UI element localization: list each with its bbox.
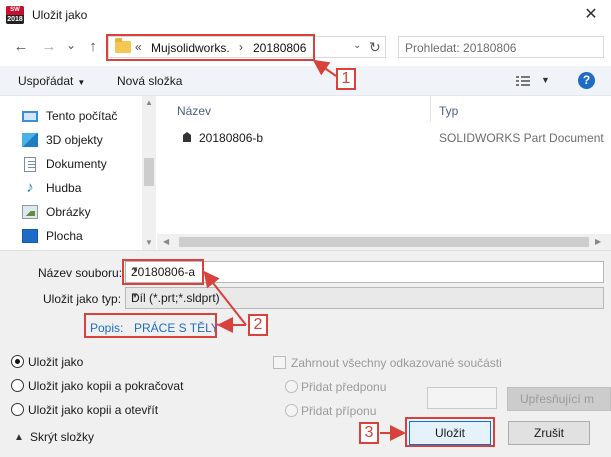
command-toolbar: Uspořádat ▼ Nová složka ▼ ?: [0, 66, 611, 96]
organize-button[interactable]: Uspořádat ▼: [18, 74, 85, 88]
sidebar-item-pictures[interactable]: Obrázky: [0, 200, 140, 224]
sidebar-item-3d-objects[interactable]: 3D objekty: [0, 128, 140, 152]
scroll-up-icon[interactable]: ▲: [145, 98, 153, 107]
app-icon-label-bottom: 2018: [6, 15, 24, 24]
add-prefix-radio[interactable]: [285, 380, 298, 393]
address-bar[interactable]: « Mujsolidworks. › 20180806 ⌄ ↻: [108, 36, 386, 58]
back-arrow-icon[interactable]: ←: [12, 38, 30, 56]
file-type: SOLIDWORKS Part Document: [439, 131, 604, 145]
solidworks-part-icon: [183, 132, 191, 142]
scrollbar-thumb[interactable]: [179, 237, 589, 247]
prefix-suffix-input[interactable]: [427, 387, 497, 409]
file-row[interactable]: 20180806-b SOLIDWORKS Part Document: [157, 126, 611, 148]
sidebar-item-label: Obrázky: [46, 205, 91, 219]
advanced-button[interactable]: Upřesňující m: [507, 387, 611, 411]
description-value-link[interactable]: PRÁCE S TĚLY: [134, 321, 219, 335]
address-dropdown-chevron-icon[interactable]: ⌄: [353, 40, 361, 51]
save-as-label[interactable]: Uložit jako: [28, 355, 83, 369]
save-copy-continue-radio[interactable]: [11, 379, 24, 392]
sidebar-item-music[interactable]: ♪ Hudba: [0, 176, 140, 200]
help-icon[interactable]: ?: [578, 72, 595, 89]
up-arrow-icon[interactable]: ↑: [84, 38, 102, 56]
description-label: Popis:: [90, 321, 124, 335]
title-bar: SW 2018 Uložit jako ✕: [0, 0, 611, 30]
view-options-icon[interactable]: [516, 75, 530, 87]
sidebar-scrollbar[interactable]: ▲ ▼: [142, 96, 156, 250]
file-name: 20180806-b: [199, 131, 264, 145]
window-title: Uložit jako: [32, 8, 88, 22]
close-icon[interactable]: ✕: [581, 5, 601, 25]
add-suffix-radio[interactable]: [285, 404, 298, 417]
save-as-radio[interactable]: [11, 355, 24, 368]
sidebar-item-label: Tento počítač: [46, 109, 118, 123]
navigation-bar: ← → ⌄ ↑ « Mujsolidworks. › 20180806 ⌄ ↻ …: [0, 30, 611, 66]
scrollbar-thumb[interactable]: [144, 158, 154, 186]
scroll-down-icon[interactable]: ▼: [145, 238, 153, 247]
sidebar-item-documents[interactable]: Dokumenty: [0, 152, 140, 176]
cancel-button[interactable]: Zrušit: [508, 421, 590, 445]
sidebar-item-label: Hudba: [46, 181, 82, 195]
computer-icon: [22, 110, 38, 122]
callout-3: 3: [359, 422, 379, 444]
collapse-chevron-icon[interactable]: ▲: [14, 432, 24, 443]
column-header-name[interactable]: Název: [177, 104, 211, 118]
view-dropdown-icon[interactable]: ▼: [541, 75, 550, 85]
new-folder-button[interactable]: Nová složka: [117, 74, 182, 88]
app-icon-label-top: SW: [6, 6, 24, 15]
breadcrumb-separator-chevron-icon[interactable]: ›: [239, 40, 243, 54]
include-references-checkbox[interactable]: [273, 356, 286, 369]
folder-icon: [115, 38, 131, 53]
navigation-pane: Tento počítač 3D objekty Dokumenty ♪ Hud…: [0, 96, 157, 250]
callout-1: 1: [336, 68, 356, 90]
refresh-icon[interactable]: ↻: [369, 39, 381, 56]
pictures-icon: [22, 205, 38, 219]
3d-objects-icon: [22, 133, 38, 147]
music-icon: ♪: [26, 179, 34, 196]
recent-locations-chevron-icon[interactable]: ⌄: [62, 36, 80, 54]
add-suffix-label: Přidat příponu: [301, 404, 377, 418]
filetype-label: Uložit jako typ:: [43, 292, 122, 306]
filename-dropdown-icon[interactable]: ▼: [131, 265, 597, 274]
hide-folders-link[interactable]: Skrýt složky: [30, 430, 94, 444]
include-references-label: Zahrnout všechny odkazované součásti: [291, 356, 502, 370]
callout-2: 2: [248, 314, 268, 336]
sidebar-item-this-pc[interactable]: Tento počítač: [0, 104, 140, 128]
scroll-left-icon[interactable]: ◀: [163, 237, 169, 246]
filename-input[interactable]: 20180806-a ▼: [125, 261, 604, 283]
save-button[interactable]: Uložit: [409, 421, 491, 445]
save-copy-continue-label[interactable]: Uložit jako kopii a pokračovat: [28, 379, 183, 393]
documents-icon: [24, 156, 36, 172]
sidebar-item-label: 3D objekty: [46, 133, 103, 147]
search-input[interactable]: Prohledat: 20180806: [398, 36, 604, 58]
sidebar-item-label: Dokumenty: [46, 157, 107, 171]
filetype-dropdown-icon[interactable]: ▼: [131, 291, 597, 300]
save-copy-open-radio[interactable]: [11, 403, 24, 416]
breadcrumb-segment-20180806[interactable]: 20180806: [253, 41, 306, 55]
sidebar-item-label: Plocha: [46, 229, 83, 243]
file-list-horizontal-scrollbar[interactable]: ◀ ▶: [157, 234, 611, 250]
organize-label: Uspořádat: [18, 74, 74, 88]
add-prefix-label: Přidat předponu: [301, 380, 387, 394]
desktop-icon: [22, 229, 38, 243]
scroll-right-icon[interactable]: ▶: [595, 237, 601, 246]
solidworks-app-icon: SW 2018: [6, 6, 24, 24]
column-header-type[interactable]: Typ: [439, 104, 458, 118]
column-divider[interactable]: [430, 96, 431, 122]
address-overflow[interactable]: «: [135, 40, 142, 54]
breadcrumb-segment-mujsolidworks[interactable]: Mujsolidworks.: [151, 41, 230, 55]
filetype-select[interactable]: Díl (*.prt;*.sldprt) ▼: [125, 287, 604, 309]
sidebar-item-desktop[interactable]: Plocha: [0, 224, 140, 248]
forward-arrow-icon[interactable]: →: [40, 38, 58, 56]
save-options-panel: Název souboru: 20180806-a ▼ Uložit jako …: [0, 250, 611, 457]
filename-label: Název souboru:: [38, 266, 123, 280]
organize-dropdown-icon: ▼: [77, 78, 86, 87]
file-list: Název Typ 20180806-b SOLIDWORKS Part Doc…: [157, 96, 611, 250]
save-copy-open-label[interactable]: Uložit jako kopii a otevřít: [28, 403, 158, 417]
search-placeholder: Prohledat: 20180806: [405, 41, 517, 55]
